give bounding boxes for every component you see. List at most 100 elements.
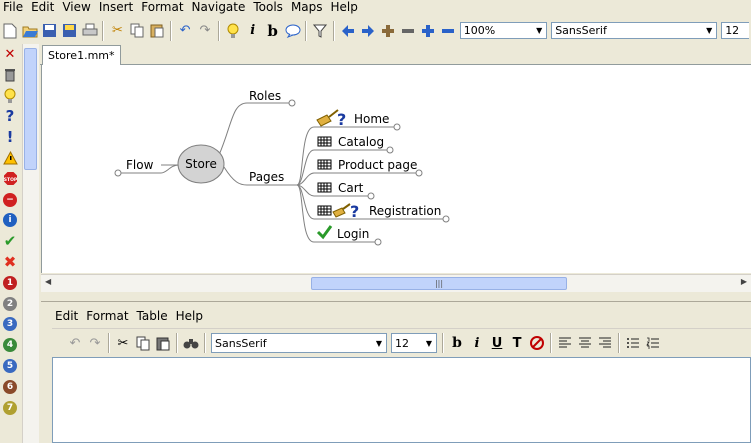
scroll-left-icon[interactable]: ◀ (45, 277, 51, 286)
remove-icon[interactable] (399, 22, 417, 40)
priority-7-icon[interactable]: 7 (1, 399, 19, 417)
arrow-left-icon[interactable] (339, 22, 357, 40)
print-icon[interactable] (81, 22, 99, 40)
exclamation-icon[interactable]: ! (1, 128, 19, 146)
question-icon[interactable]: ? (1, 107, 19, 125)
node-login[interactable]: Login (337, 227, 369, 241)
close-icon[interactable]: ✕ (1, 45, 19, 63)
trash-icon[interactable] (1, 66, 19, 84)
numbered-list-icon[interactable] (644, 334, 662, 352)
paste-icon[interactable] (154, 334, 172, 352)
node-registration[interactable]: Registration (369, 204, 441, 218)
palette-scrollbar-thumb[interactable] (24, 48, 37, 170)
align-left-icon[interactable] (556, 334, 574, 352)
redo-icon[interactable]: ↷ (196, 22, 214, 40)
node-product-page[interactable]: Product page (338, 158, 417, 172)
copy-icon[interactable] (134, 334, 152, 352)
font-family-select[interactable]: SansSerif ▼ (551, 22, 718, 39)
fold-handle[interactable] (374, 238, 382, 246)
menu-edit[interactable]: Edit (28, 0, 59, 15)
node-pages[interactable]: Pages (249, 170, 284, 184)
zoom-select[interactable]: 100% ▼ (459, 22, 548, 39)
map-scrollbar-thumb[interactable]: ||| (311, 277, 567, 290)
bold-icon[interactable]: b (264, 22, 282, 40)
open-icon[interactable] (21, 22, 39, 40)
note-editor-textarea[interactable] (52, 357, 751, 443)
stop-icon[interactable]: STOP (1, 170, 19, 188)
check-icon[interactable]: ✔ (1, 232, 19, 250)
cut-icon[interactable]: ✂ (114, 334, 132, 352)
new-icon[interactable] (1, 22, 19, 40)
zoom-out-icon[interactable] (439, 22, 457, 40)
priority-5-icon[interactable]: 5 (1, 357, 19, 375)
redo-icon[interactable]: ↷ (86, 334, 104, 352)
align-right-icon[interactable] (596, 334, 614, 352)
paste-icon[interactable] (148, 22, 166, 40)
pane-splitter[interactable] (41, 292, 751, 302)
font-size-select[interactable]: 12 (721, 22, 750, 39)
editor-font-family-select[interactable]: SansSerif ▼ (211, 333, 387, 353)
italic-icon[interactable]: i (468, 334, 486, 352)
fold-handle[interactable] (367, 192, 375, 200)
palette-scrollbar[interactable] (22, 44, 39, 443)
copy-icon[interactable] (128, 22, 146, 40)
cloud-icon[interactable] (284, 22, 302, 40)
undo-icon[interactable]: ↶ (176, 22, 194, 40)
node-flow[interactable]: Flow (126, 158, 154, 172)
arrow-right-icon[interactable] (359, 22, 377, 40)
editor-menu-table[interactable]: Table (134, 309, 173, 323)
filter-icon[interactable] (311, 22, 329, 40)
fold-handle[interactable] (393, 123, 401, 131)
priority-6-icon[interactable]: 6 (1, 378, 19, 396)
priority-3-icon[interactable]: 3 (1, 315, 19, 333)
warning-icon[interactable] (1, 149, 19, 167)
italic-icon[interactable]: i (244, 22, 262, 40)
minus-circle-icon[interactable]: − (1, 191, 19, 209)
map-horizontal-scrollbar[interactable]: ◀ ||| ▶ (41, 274, 751, 292)
clear-format-icon[interactable] (528, 334, 546, 352)
tab-store1[interactable]: Store1.mm* (42, 45, 121, 65)
priority-4-icon[interactable]: 4 (1, 336, 19, 354)
menu-help[interactable]: Help (328, 0, 363, 15)
node-catalog[interactable]: Catalog (338, 135, 384, 149)
priority-2-icon[interactable]: 2 (1, 295, 19, 313)
zoom-in-icon[interactable] (419, 22, 437, 40)
menu-insert[interactable]: Insert (96, 0, 138, 15)
fold-handle[interactable] (114, 169, 122, 177)
priority-1-icon[interactable]: 1 (1, 274, 19, 292)
text-color-icon[interactable]: T (508, 334, 526, 352)
add-icon[interactable] (379, 22, 397, 40)
save-icon[interactable] (41, 22, 59, 40)
editor-font-size-select[interactable]: 12 ▼ (391, 333, 437, 353)
save-as-icon[interactable] (61, 22, 79, 40)
font-size-value: 12 (725, 24, 740, 37)
bullet-list-icon[interactable] (624, 334, 642, 352)
menu-tools[interactable]: Tools (250, 0, 288, 15)
bulb-icon[interactable] (1, 87, 19, 105)
cut-icon[interactable]: ✂ (108, 22, 126, 40)
bulb-icon[interactable] (224, 22, 242, 40)
menu-maps[interactable]: Maps (288, 0, 328, 15)
menu-format[interactable]: Format (138, 0, 188, 15)
underline-icon[interactable]: U (488, 334, 506, 352)
align-center-icon[interactable] (576, 334, 594, 352)
editor-menu-help[interactable]: Help (173, 309, 208, 323)
editor-menu-edit[interactable]: Edit (52, 309, 83, 323)
menu-view[interactable]: View (59, 0, 95, 15)
menu-navigate[interactable]: Navigate (189, 0, 251, 15)
editor-menu-format[interactable]: Format (83, 309, 133, 323)
scroll-right-icon[interactable]: ▶ (741, 277, 747, 286)
undo-icon[interactable]: ↶ (66, 334, 84, 352)
fold-handle[interactable] (386, 146, 394, 154)
bold-icon[interactable]: b (448, 334, 466, 352)
node-cart[interactable]: Cart (338, 181, 364, 195)
fold-handle[interactable] (288, 99, 296, 107)
node-roles[interactable]: Roles (249, 89, 281, 103)
menu-file[interactable]: File (0, 0, 28, 15)
node-home[interactable]: Home (354, 112, 389, 126)
mindmap-canvas[interactable]: Store Flow Roles Pages ? Home Catalog Pr… (41, 65, 751, 273)
info-icon[interactable]: i (1, 211, 19, 229)
find-icon[interactable] (182, 334, 200, 352)
fold-handle[interactable] (442, 215, 450, 223)
cross-icon[interactable]: ✖ (1, 253, 19, 271)
